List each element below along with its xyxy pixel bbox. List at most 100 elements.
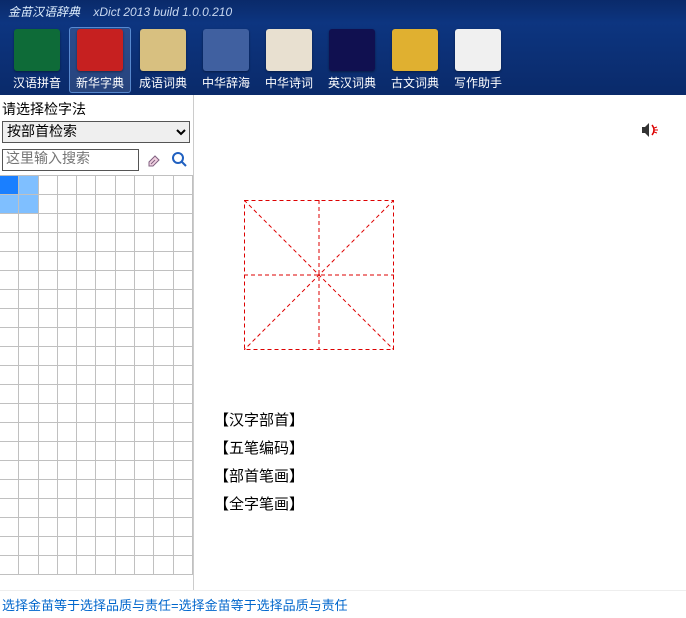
radical-grid[interactable]: [0, 175, 193, 590]
grid-cell[interactable]: [39, 366, 58, 385]
grid-cell[interactable]: [174, 233, 193, 252]
grid-cell[interactable]: [77, 499, 96, 518]
grid-cell[interactable]: [58, 252, 77, 271]
grid-cell[interactable]: [135, 442, 154, 461]
grid-cell[interactable]: [58, 461, 77, 480]
grid-cell[interactable]: [77, 442, 96, 461]
eraser-icon[interactable]: [143, 149, 165, 171]
grid-cell[interactable]: [174, 328, 193, 347]
grid-cell[interactable]: [0, 328, 19, 347]
grid-cell[interactable]: [19, 309, 38, 328]
grid-cell[interactable]: [96, 290, 115, 309]
grid-cell[interactable]: [0, 271, 19, 290]
grid-cell[interactable]: [174, 442, 193, 461]
grid-cell[interactable]: [58, 499, 77, 518]
grid-cell[interactable]: [135, 195, 154, 214]
grid-cell[interactable]: [77, 366, 96, 385]
grid-cell[interactable]: [39, 499, 58, 518]
grid-cell[interactable]: [77, 347, 96, 366]
grid-cell[interactable]: [135, 518, 154, 537]
grid-cell[interactable]: [116, 347, 135, 366]
grid-cell[interactable]: [77, 290, 96, 309]
grid-cell[interactable]: [135, 176, 154, 195]
grid-cell[interactable]: [135, 347, 154, 366]
grid-cell[interactable]: [135, 233, 154, 252]
grid-cell[interactable]: [19, 499, 38, 518]
grid-cell[interactable]: [58, 366, 77, 385]
grid-cell[interactable]: [154, 271, 173, 290]
grid-cell[interactable]: [39, 271, 58, 290]
grid-cell[interactable]: [39, 537, 58, 556]
grid-cell[interactable]: [77, 556, 96, 575]
grid-cell[interactable]: [135, 537, 154, 556]
grid-cell[interactable]: [116, 233, 135, 252]
grid-cell[interactable]: [58, 195, 77, 214]
grid-cell[interactable]: [174, 347, 193, 366]
grid-cell[interactable]: [0, 214, 19, 233]
grid-cell[interactable]: [39, 404, 58, 423]
grid-cell[interactable]: [19, 252, 38, 271]
grid-cell[interactable]: [39, 423, 58, 442]
grid-cell[interactable]: [0, 290, 19, 309]
grid-cell[interactable]: [19, 461, 38, 480]
grid-cell[interactable]: [77, 537, 96, 556]
grid-cell[interactable]: [96, 461, 115, 480]
grid-cell[interactable]: [19, 271, 38, 290]
grid-cell[interactable]: [19, 195, 38, 214]
grid-cell[interactable]: [39, 309, 58, 328]
grid-cell[interactable]: [58, 347, 77, 366]
grid-cell[interactable]: [19, 442, 38, 461]
grid-cell[interactable]: [0, 233, 19, 252]
grid-cell[interactable]: [154, 252, 173, 271]
grid-cell[interactable]: [96, 347, 115, 366]
grid-cell[interactable]: [154, 233, 173, 252]
tool-chengyu[interactable]: 成语词典: [132, 27, 194, 93]
grid-cell[interactable]: [96, 195, 115, 214]
grid-cell[interactable]: [39, 442, 58, 461]
grid-cell[interactable]: [116, 385, 135, 404]
grid-cell[interactable]: [96, 537, 115, 556]
grid-cell[interactable]: [174, 537, 193, 556]
grid-cell[interactable]: [174, 195, 193, 214]
grid-cell[interactable]: [96, 480, 115, 499]
grid-cell[interactable]: [174, 214, 193, 233]
grid-cell[interactable]: [116, 271, 135, 290]
grid-cell[interactable]: [154, 404, 173, 423]
grid-cell[interactable]: [174, 271, 193, 290]
grid-cell[interactable]: [19, 404, 38, 423]
grid-cell[interactable]: [19, 290, 38, 309]
grid-cell[interactable]: [77, 309, 96, 328]
grid-cell[interactable]: [174, 385, 193, 404]
grid-cell[interactable]: [58, 233, 77, 252]
grid-cell[interactable]: [39, 347, 58, 366]
grid-cell[interactable]: [154, 328, 173, 347]
grid-cell[interactable]: [39, 176, 58, 195]
grid-cell[interactable]: [154, 556, 173, 575]
grid-cell[interactable]: [19, 366, 38, 385]
grid-cell[interactable]: [39, 214, 58, 233]
grid-cell[interactable]: [96, 404, 115, 423]
grid-cell[interactable]: [58, 176, 77, 195]
grid-cell[interactable]: [0, 309, 19, 328]
grid-cell[interactable]: [135, 404, 154, 423]
grid-cell[interactable]: [58, 328, 77, 347]
grid-cell[interactable]: [135, 290, 154, 309]
grid-cell[interactable]: [154, 366, 173, 385]
grid-cell[interactable]: [39, 195, 58, 214]
grid-cell[interactable]: [77, 271, 96, 290]
grid-cell[interactable]: [135, 423, 154, 442]
grid-cell[interactable]: [96, 423, 115, 442]
grid-cell[interactable]: [116, 252, 135, 271]
grid-cell[interactable]: [154, 537, 173, 556]
grid-cell[interactable]: [135, 309, 154, 328]
grid-cell[interactable]: [116, 290, 135, 309]
grid-cell[interactable]: [0, 176, 19, 195]
grid-cell[interactable]: [135, 480, 154, 499]
grid-cell[interactable]: [0, 442, 19, 461]
grid-cell[interactable]: [19, 480, 38, 499]
search-icon[interactable]: [169, 149, 191, 171]
grid-cell[interactable]: [58, 290, 77, 309]
search-input[interactable]: [2, 149, 139, 171]
grid-cell[interactable]: [58, 537, 77, 556]
grid-cell[interactable]: [0, 537, 19, 556]
